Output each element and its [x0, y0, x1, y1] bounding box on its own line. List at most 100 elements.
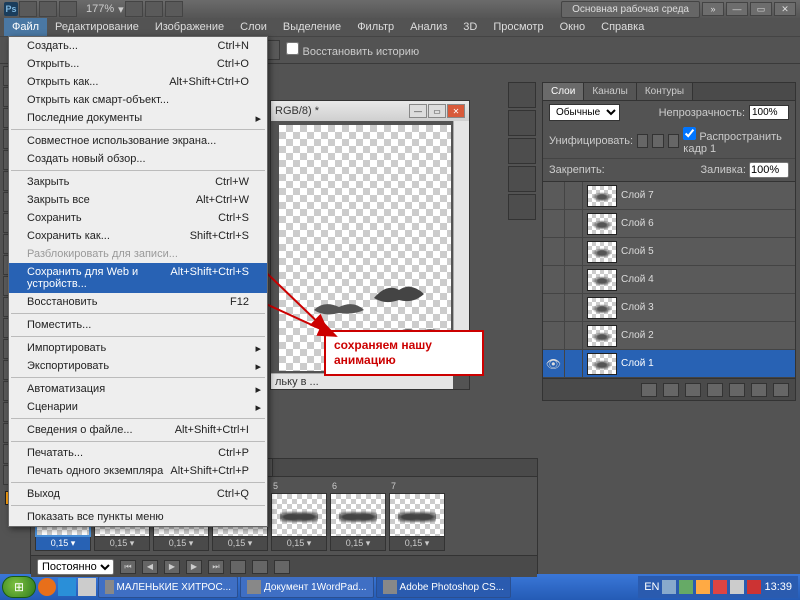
tween-button[interactable] — [230, 560, 246, 574]
lang-indicator[interactable]: EN — [644, 581, 659, 593]
menu-item[interactable]: Автоматизация — [9, 380, 267, 398]
trash-icon[interactable] — [773, 383, 789, 397]
layer-row[interactable]: Слой 4 — [543, 266, 795, 294]
menu-item[interactable]: ВосстановитьF12 — [9, 293, 267, 311]
titlebar-tool[interactable] — [125, 1, 143, 17]
menu-item[interactable]: Создать...Ctrl+N — [9, 37, 267, 55]
collapsed-panel[interactable] — [508, 110, 536, 136]
menu-item[interactable]: Совместное использование экрана... — [9, 132, 267, 150]
tray-icon[interactable] — [679, 580, 693, 594]
layer-row[interactable]: Слой 6 — [543, 210, 795, 238]
doc-maximize[interactable]: ▭ — [428, 104, 446, 118]
menu-справка[interactable]: Справка — [593, 18, 652, 36]
menu-фильтр[interactable]: Фильтр — [349, 18, 402, 36]
menu-изображение[interactable]: Изображение — [147, 18, 232, 36]
clock[interactable]: 13:39 — [764, 581, 792, 593]
menu-редактирование[interactable]: Редактирование — [47, 18, 147, 36]
menu-item[interactable]: Открыть...Ctrl+O — [9, 55, 267, 73]
menu-item[interactable]: Печатать...Ctrl+P — [9, 444, 267, 462]
visibility-toggle[interactable] — [543, 210, 565, 238]
titlebar-tool[interactable] — [165, 1, 183, 17]
document-titlebar[interactable]: RGB/8) * — ▭ ✕ — [271, 101, 469, 121]
menu-item[interactable]: Сведения о файле...Alt+Shift+Ctrl+I — [9, 421, 267, 439]
menu-item[interactable]: Поместить... — [9, 316, 267, 334]
taskbar-button[interactable]: Adobe Photoshop CS... — [376, 576, 512, 598]
doc-close[interactable]: ✕ — [447, 104, 465, 118]
adjustment-icon[interactable] — [707, 383, 723, 397]
menu-item[interactable]: Открыть как смарт-объект... — [9, 91, 267, 109]
loop-select[interactable]: Постоянно — [37, 559, 114, 575]
blend-mode-select[interactable]: Обычные — [549, 104, 620, 121]
tray-icon[interactable] — [662, 580, 676, 594]
restore-history[interactable]: Восстановить историю — [286, 42, 419, 58]
opacity-input[interactable] — [749, 105, 789, 120]
menu-просмотр[interactable]: Просмотр — [485, 18, 551, 36]
layer-row[interactable]: Слой 3 — [543, 294, 795, 322]
tray-icon[interactable] — [747, 580, 761, 594]
unify-icon[interactable] — [637, 134, 648, 148]
menu-item[interactable]: Показать все пункты меню — [9, 508, 267, 526]
prev-frame-button[interactable]: ◀ — [142, 560, 158, 574]
quicklaunch-icon[interactable] — [38, 578, 56, 596]
tray-icon[interactable] — [696, 580, 710, 594]
animation-frame[interactable]: 60,15 ▾ — [330, 481, 386, 551]
workspace-switcher[interactable]: Основная рабочая среда — [561, 1, 700, 18]
titlebar-tool[interactable] — [59, 1, 77, 17]
last-frame-button[interactable]: ⏭ — [208, 560, 224, 574]
menu-3d[interactable]: 3D — [455, 18, 485, 36]
visibility-toggle[interactable] — [543, 294, 565, 322]
group-icon[interactable] — [729, 383, 745, 397]
panel-expand-icon[interactable]: » — [702, 2, 724, 16]
menu-item[interactable]: Закрыть всеAlt+Ctrl+W — [9, 191, 267, 209]
layer-row[interactable]: Слой 7 — [543, 182, 795, 210]
menu-item[interactable]: Сохранить как...Shift+Ctrl+S — [9, 227, 267, 245]
quicklaunch-icon[interactable] — [58, 578, 76, 596]
menu-item[interactable]: Открыть как...Alt+Shift+Ctrl+O — [9, 73, 267, 91]
animation-frame[interactable]: 70,15 ▾ — [389, 481, 445, 551]
titlebar-tool[interactable] — [39, 1, 57, 17]
start-button[interactable]: ⊞ — [2, 576, 36, 598]
panel-tab[interactable]: Слои — [543, 83, 584, 100]
collapsed-panel[interactable] — [508, 138, 536, 164]
propagate-checkbox[interactable]: Распространить кадр 1 — [683, 127, 789, 155]
collapsed-panel[interactable] — [508, 82, 536, 108]
visibility-toggle[interactable] — [543, 238, 565, 266]
new-layer-icon[interactable] — [751, 383, 767, 397]
zoom-readout[interactable]: 177% ▾ — [86, 3, 124, 16]
menu-анализ[interactable]: Анализ — [402, 18, 455, 36]
panel-tab[interactable]: Контуры — [637, 83, 693, 100]
menu-окно[interactable]: Окно — [552, 18, 594, 36]
taskbar-button[interactable]: Документ 1WordPad... — [240, 576, 374, 598]
maximize-button[interactable]: ▭ — [750, 2, 772, 16]
layer-row[interactable]: 👁Слой 1 — [543, 350, 795, 378]
visibility-toggle[interactable] — [543, 322, 565, 350]
panel-tab[interactable]: Каналы — [584, 83, 637, 100]
delete-frame-button[interactable] — [274, 560, 290, 574]
collapsed-panel[interactable] — [508, 194, 536, 220]
menu-item[interactable]: Создать новый обзор... — [9, 150, 267, 168]
menu-item[interactable]: Экспортировать — [9, 357, 267, 375]
play-button[interactable]: ▶ — [164, 560, 180, 574]
doc-minimize[interactable]: — — [409, 104, 427, 118]
tray-icon[interactable] — [713, 580, 727, 594]
layer-row[interactable]: Слой 2 — [543, 322, 795, 350]
quicklaunch-icon[interactable] — [78, 578, 96, 596]
visibility-toggle[interactable] — [543, 182, 565, 210]
menu-выделение[interactable]: Выделение — [275, 18, 349, 36]
minimize-button[interactable]: — — [726, 2, 748, 16]
link-layers-icon[interactable] — [641, 383, 657, 397]
close-button[interactable]: ✕ — [774, 2, 796, 16]
menu-item[interactable]: СохранитьCtrl+S — [9, 209, 267, 227]
menu-item[interactable]: Сохранить для Web и устройств...Alt+Shif… — [9, 263, 267, 293]
menu-item[interactable]: Печать одного экземпляраAlt+Shift+Ctrl+P — [9, 462, 267, 480]
mask-icon[interactable] — [685, 383, 701, 397]
layer-row[interactable]: Слой 5 — [543, 238, 795, 266]
menu-item[interactable]: Импортировать — [9, 339, 267, 357]
titlebar-tool[interactable] — [145, 1, 163, 17]
menu-слои[interactable]: Слои — [232, 18, 275, 36]
collapsed-panel[interactable] — [508, 166, 536, 192]
next-frame-button[interactable]: ▶ — [186, 560, 202, 574]
menu-item[interactable]: Сценарии — [9, 398, 267, 416]
first-frame-button[interactable]: ⏮ — [120, 560, 136, 574]
fx-icon[interactable] — [663, 383, 679, 397]
